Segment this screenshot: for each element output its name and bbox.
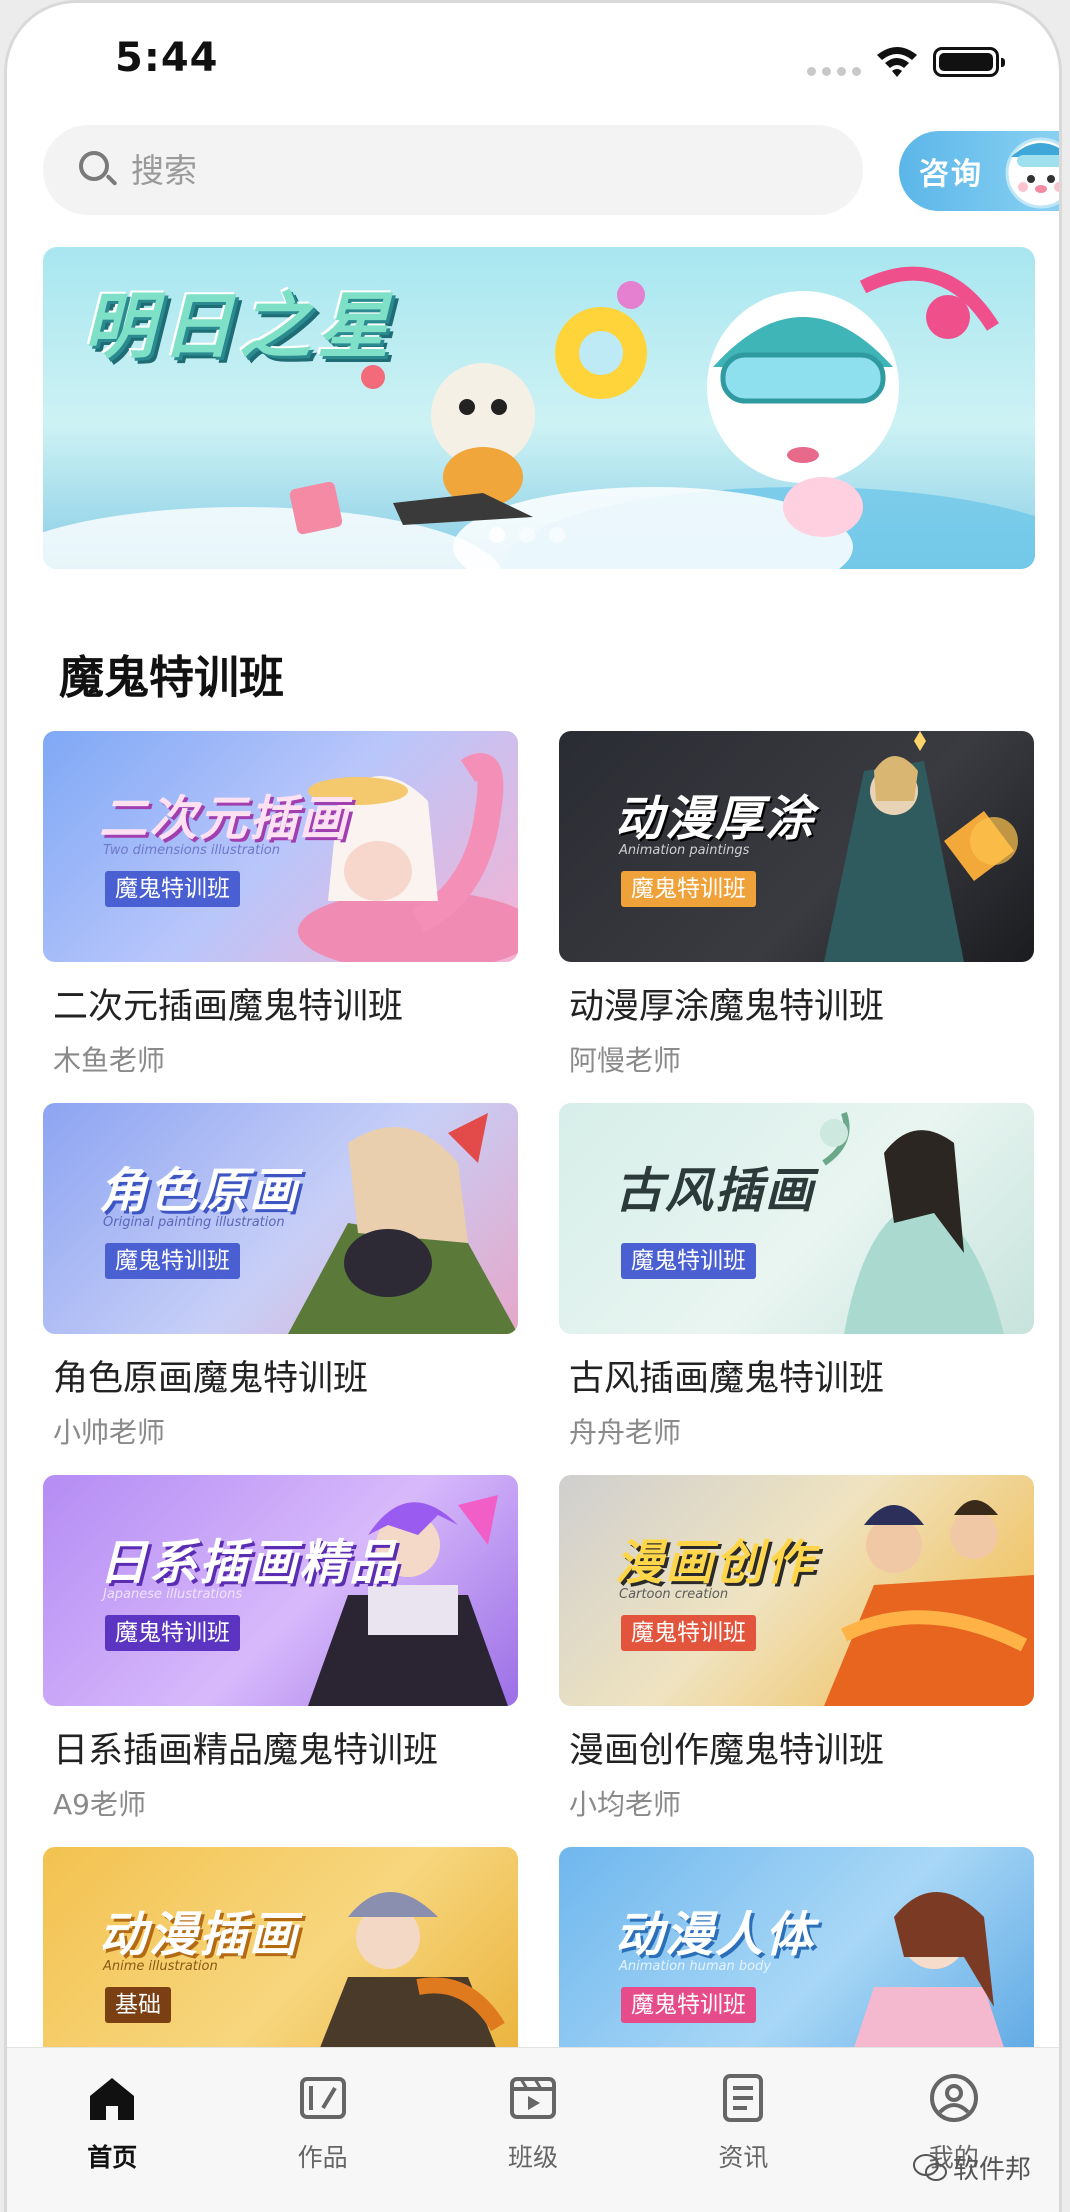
wechat-icon [913,2153,947,2181]
tab-label: 作品 [297,2143,348,2172]
search-bar[interactable] [43,125,863,215]
carousel-dot[interactable] [519,527,535,543]
carousel-dot[interactable] [549,527,565,543]
course-thumbnail: 古风插画 魔鬼特训班 [559,1103,1034,1334]
thumbnail-title: 漫画创作 [615,1535,816,1591]
status-time: 5:44 [115,35,219,81]
consult-label: 咨询 [919,157,983,192]
course-badge: 魔鬼特训班 [105,1243,240,1279]
course-badge: 魔鬼特训班 [621,1987,756,2023]
tab-label: 班级 [507,2143,558,2172]
course-card[interactable]: 角色原画 Original painting illustration 魔鬼特训… [43,1103,518,1451]
home-icon [90,2078,135,2120]
tab-news[interactable]: 资讯 [638,2048,848,2212]
course-illustration [288,1113,518,1334]
tab-works[interactable]: 作品 [217,2048,427,2212]
watermark: 软件邦 [913,2149,1031,2186]
course-card[interactable]: 日系插画精品 Japanese illustrations 魔鬼特训班 日系插画… [43,1475,518,1823]
course-teacher: 舟舟老师 [569,1416,682,1449]
section-title: 魔鬼特训班 [59,651,285,704]
cellular-signal-icon [807,67,861,76]
thumbnail-title: 动漫厚涂 [615,791,816,847]
tab-class[interactable]: 班级 [428,2048,638,2212]
profile-icon [929,2074,978,2122]
course-badge: 魔鬼特训班 [621,1243,756,1279]
course-teacher: 阿慢老师 [569,1044,682,1077]
course-card[interactable]: 动漫人体 Animation human body 魔鬼特训班 [559,1847,1034,2078]
mascot-icon [1005,137,1059,209]
thumbnail-title: 动漫插画 [99,1907,300,1963]
carousel-indicator[interactable] [489,527,565,543]
thumbnail-title: 日系插画精品 [99,1535,400,1591]
search-input[interactable] [131,150,731,190]
course-badge: 魔鬼特训班 [621,871,756,907]
course-title: 角色原画魔鬼特训班 [53,1359,369,1399]
tab-label: 资讯 [718,2143,769,2172]
course-illustration [824,1500,1034,1706]
consult-button[interactable]: 咨询 [899,131,1059,211]
thumbnail-subtitle: Two dimensions illustration [103,843,281,858]
thumbnail-title: 二次元插画 [99,791,350,847]
tab-profile[interactable]: 我的 [849,2048,1059,2212]
course-teacher: 小均老师 [569,1788,682,1821]
course-teacher: 木鱼老师 [53,1044,166,1077]
course-badge: 基础 [105,1987,171,2023]
works-icon [299,2077,346,2119]
thumbnail-subtitle: Cartoon creation [619,1587,729,1602]
thumbnail-title: 动漫人体 [615,1907,816,1963]
search-icon [79,151,118,189]
course-illustration [820,1112,1004,1334]
course-title: 二次元插画魔鬼特训班 [53,987,404,1027]
course-card[interactable]: 二次元插画 Two dimensions illustration 魔鬼特训班 … [43,731,518,1079]
course-thumbnail: 动漫厚涂 Animation paintings 魔鬼特训班 [559,731,1034,962]
course-thumbnail: 日系插画精品 Japanese illustrations 魔鬼特训班 [43,1475,518,1706]
course-badge: 魔鬼特训班 [105,1615,240,1651]
course-thumbnail: 角色原画 Original painting illustration 魔鬼特训… [43,1103,518,1334]
app-screen: 5:44 咨询 [4,0,1062,2212]
course-card[interactable]: 动漫插画 Anime illustration 基础 [43,1847,518,2078]
course-card[interactable]: 古风插画 魔鬼特训班 古风插画魔鬼特训班 舟舟老师 [559,1103,1034,1451]
thumbnail-title: 古风插画 [615,1163,816,1219]
course-thumbnail: 动漫插画 Anime illustration 基础 [43,1847,518,2078]
tab-label: 首页 [87,2143,138,2172]
course-title: 古风插画魔鬼特训班 [569,1359,885,1399]
wifi-icon [877,47,917,77]
course-teacher: 小帅老师 [53,1416,166,1449]
course-title: 动漫厚涂魔鬼特训班 [569,987,885,1027]
news-icon [723,2074,764,2122]
class-icon [509,2077,556,2119]
course-badge: 魔鬼特训班 [105,871,240,907]
status-bar: 5:44 [7,3,1059,113]
thumbnail-subtitle: Animation paintings [619,843,750,858]
course-thumbnail: 漫画创作 Cartoon creation 魔鬼特训班 [559,1475,1034,1706]
course-thumbnail: 动漫人体 Animation human body 魔鬼特训班 [559,1847,1034,2078]
course-card[interactable]: 动漫厚涂 Animation paintings 魔鬼特训班 动漫厚涂魔鬼特训班… [559,731,1034,1079]
banner-title: 明日之星 [83,284,396,368]
thumbnail-title: 角色原画 [99,1163,300,1219]
course-title: 日系插画精品魔鬼特训班 [53,1731,439,1771]
course-illustration [308,1892,508,2078]
thumbnail-subtitle: Anime illustration [103,1959,218,1974]
bottom-tab-bar: 首页 作品 班级 资讯 我的 [7,2047,1059,2212]
course-title: 漫画创作魔鬼特训班 [569,1731,885,1771]
carousel-dot[interactable] [489,527,505,543]
thumbnail-subtitle: Original painting illustration [103,1215,285,1230]
battery-icon [933,47,1005,77]
thumbnail-subtitle: Japanese illustrations [103,1587,243,1602]
watermark-text: 软件邦 [953,2155,1032,2185]
course-thumbnail: 二次元插画 Two dimensions illustration 魔鬼特训班 [43,731,518,962]
tab-home[interactable]: 首页 [7,2048,217,2212]
thumbnail-subtitle: Animation human body [619,1959,772,1974]
course-card[interactable]: 漫画创作 Cartoon creation 魔鬼特训班 漫画创作魔鬼特训班 小均… [559,1475,1034,1823]
course-badge: 魔鬼特训班 [621,1615,756,1651]
course-illustration [844,1892,1014,2078]
course-illustration [824,731,1018,962]
promo-banner[interactable]: 明日之星 [43,247,1035,569]
course-teacher: A9老师 [53,1788,146,1821]
